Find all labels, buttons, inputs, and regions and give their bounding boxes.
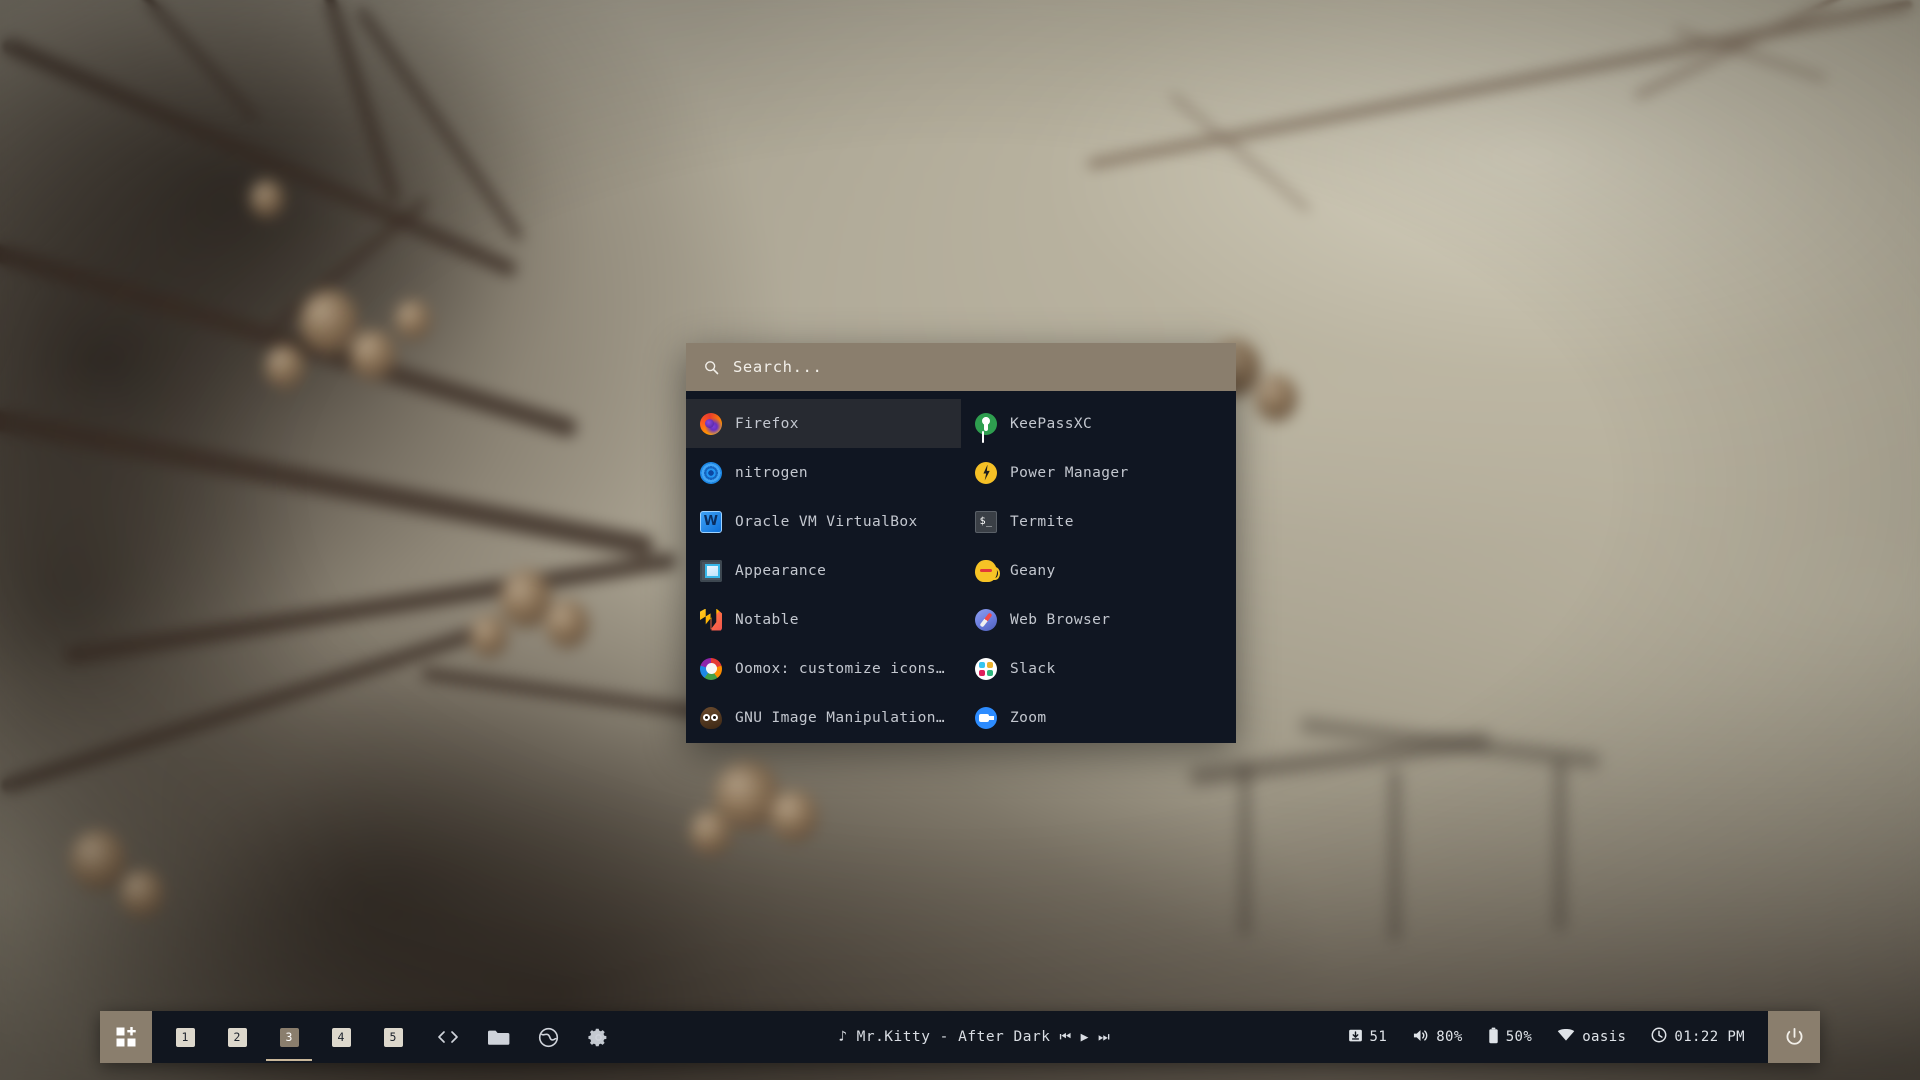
app-item-slack[interactable]: Slack bbox=[961, 644, 1236, 693]
globe-icon[interactable] bbox=[536, 1025, 560, 1049]
app-item-zoom[interactable]: Zoom bbox=[961, 693, 1236, 742]
music-note-icon: ♪ bbox=[838, 1029, 848, 1045]
package-icon bbox=[1348, 1028, 1363, 1047]
tray-value-battery: 50% bbox=[1505, 1029, 1533, 1045]
app-item-label: Termite bbox=[1010, 513, 1074, 530]
slack-icon bbox=[975, 657, 997, 680]
search-bar[interactable]: Search... bbox=[686, 343, 1236, 391]
clock-icon bbox=[1651, 1027, 1667, 1047]
app-item-label: Firefox bbox=[735, 415, 799, 432]
tray-item-volume[interactable]: 80% bbox=[1403, 1028, 1472, 1047]
app-item-label: Web Browser bbox=[1010, 611, 1111, 628]
system-tray: 51 80% 50% oasis 01:22 PM bbox=[1339, 1027, 1762, 1048]
workspace-label: 3 bbox=[279, 1027, 299, 1047]
app-item-label: Slack bbox=[1010, 660, 1056, 677]
app-item-label: Notable bbox=[735, 611, 799, 628]
firefox-icon bbox=[700, 412, 722, 435]
tray-value-network: oasis bbox=[1582, 1029, 1627, 1045]
app-item-label: Geany bbox=[1010, 562, 1056, 579]
workspace-4[interactable]: 4 bbox=[330, 1011, 352, 1063]
wifi-icon bbox=[1557, 1028, 1575, 1046]
volume-icon bbox=[1412, 1028, 1429, 1047]
app-item-label: Appearance bbox=[735, 562, 827, 579]
zoom-icon bbox=[975, 706, 997, 729]
workspace-5[interactable]: 5 bbox=[382, 1011, 404, 1063]
app-item-oomox[interactable]: Oomox: customize icons and G… bbox=[686, 644, 961, 693]
keepassxc-icon bbox=[975, 412, 997, 435]
workspace-label: 2 bbox=[227, 1027, 247, 1047]
media-play-button[interactable]: ▶ bbox=[1081, 1030, 1089, 1045]
tray-value-volume: 80% bbox=[1436, 1029, 1463, 1045]
taskbar: 1 2 3 4 5 ♪ Mr.Kitty - After Dark ⏮ ▶ ⏭ … bbox=[100, 1011, 1821, 1063]
workspace-2[interactable]: 2 bbox=[226, 1011, 248, 1063]
workspace-label: 5 bbox=[383, 1027, 403, 1047]
geany-icon bbox=[975, 559, 1000, 582]
search-icon bbox=[704, 360, 719, 375]
workspace-label: 1 bbox=[175, 1027, 195, 1047]
termite-icon bbox=[975, 510, 997, 533]
app-item-label: Oracle VM VirtualBox bbox=[735, 513, 918, 530]
application-launcher-menu[interactable]: Search... Firefox KeePassXC nitrogen Pow… bbox=[686, 343, 1236, 743]
app-item-label: Power Manager bbox=[1010, 464, 1129, 481]
tray-item-network[interactable]: oasis bbox=[1548, 1028, 1635, 1046]
app-item-firefox[interactable]: Firefox bbox=[686, 399, 961, 448]
tray-value-clock: 01:22 PM bbox=[1674, 1029, 1746, 1045]
search-input[interactable]: Search... bbox=[733, 358, 822, 376]
app-item-power-manager[interactable]: Power Manager bbox=[961, 448, 1236, 497]
media-previous-button[interactable]: ⏮ bbox=[1059, 1030, 1071, 1045]
app-item-label: Oomox: customize icons and G… bbox=[735, 660, 947, 677]
app-item-label: KeePassXC bbox=[1010, 415, 1093, 432]
media-player-widget: ♪ Mr.Kitty - After Dark ⏮ ▶ ⏭ bbox=[838, 1029, 1110, 1045]
nitrogen-icon bbox=[700, 461, 722, 484]
media-track-title: Mr.Kitty - After Dark bbox=[856, 1029, 1051, 1045]
app-item-gimp[interactable]: GNU Image Manipulation Progr… bbox=[686, 693, 961, 742]
gear-icon[interactable] bbox=[586, 1025, 610, 1049]
tray-item-battery[interactable]: 50% bbox=[1479, 1027, 1542, 1048]
app-item-keepassxc[interactable]: KeePassXC bbox=[961, 399, 1236, 448]
virtualbox-icon bbox=[700, 510, 722, 533]
app-launcher-icon[interactable] bbox=[100, 1011, 152, 1063]
app-item-appearance[interactable]: Appearance bbox=[686, 546, 961, 595]
power-manager-icon bbox=[975, 461, 997, 484]
app-item-web-browser[interactable]: Web Browser bbox=[961, 595, 1236, 644]
media-next-button[interactable]: ⏭ bbox=[1098, 1030, 1110, 1045]
web-browser-icon bbox=[975, 608, 997, 631]
taskbar-launchers bbox=[404, 1025, 610, 1049]
app-item-label: GNU Image Manipulation Progr… bbox=[735, 709, 947, 726]
app-item-geany[interactable]: Geany bbox=[961, 546, 1236, 595]
workspace-switcher: 1 2 3 4 5 bbox=[152, 1011, 404, 1063]
workspace-1[interactable]: 1 bbox=[174, 1011, 196, 1063]
tray-item-updates[interactable]: 51 bbox=[1339, 1028, 1397, 1047]
gimp-icon bbox=[700, 706, 722, 729]
power-icon[interactable] bbox=[1768, 1011, 1821, 1063]
notable-icon bbox=[700, 608, 722, 631]
folder-icon[interactable] bbox=[486, 1025, 510, 1049]
app-item-nitrogen[interactable]: nitrogen bbox=[686, 448, 961, 497]
workspace-3[interactable]: 3 bbox=[266, 1011, 312, 1063]
app-item-notable[interactable]: Notable bbox=[686, 595, 961, 644]
oomox-icon bbox=[700, 657, 722, 680]
workspace-label: 4 bbox=[331, 1027, 351, 1047]
appearance-icon bbox=[700, 559, 722, 582]
app-item-termite[interactable]: Termite bbox=[961, 497, 1236, 546]
app-item-label: nitrogen bbox=[735, 464, 809, 481]
battery-icon bbox=[1488, 1027, 1499, 1048]
application-grid: Firefox KeePassXC nitrogen Power Manager… bbox=[686, 391, 1236, 743]
app-item-label: Zoom bbox=[1010, 709, 1047, 726]
tray-item-clock[interactable]: 01:22 PM bbox=[1642, 1027, 1754, 1047]
tray-value-updates: 51 bbox=[1369, 1029, 1388, 1045]
code-brackets-icon[interactable] bbox=[436, 1025, 460, 1049]
app-item-virtualbox[interactable]: Oracle VM VirtualBox bbox=[686, 497, 961, 546]
